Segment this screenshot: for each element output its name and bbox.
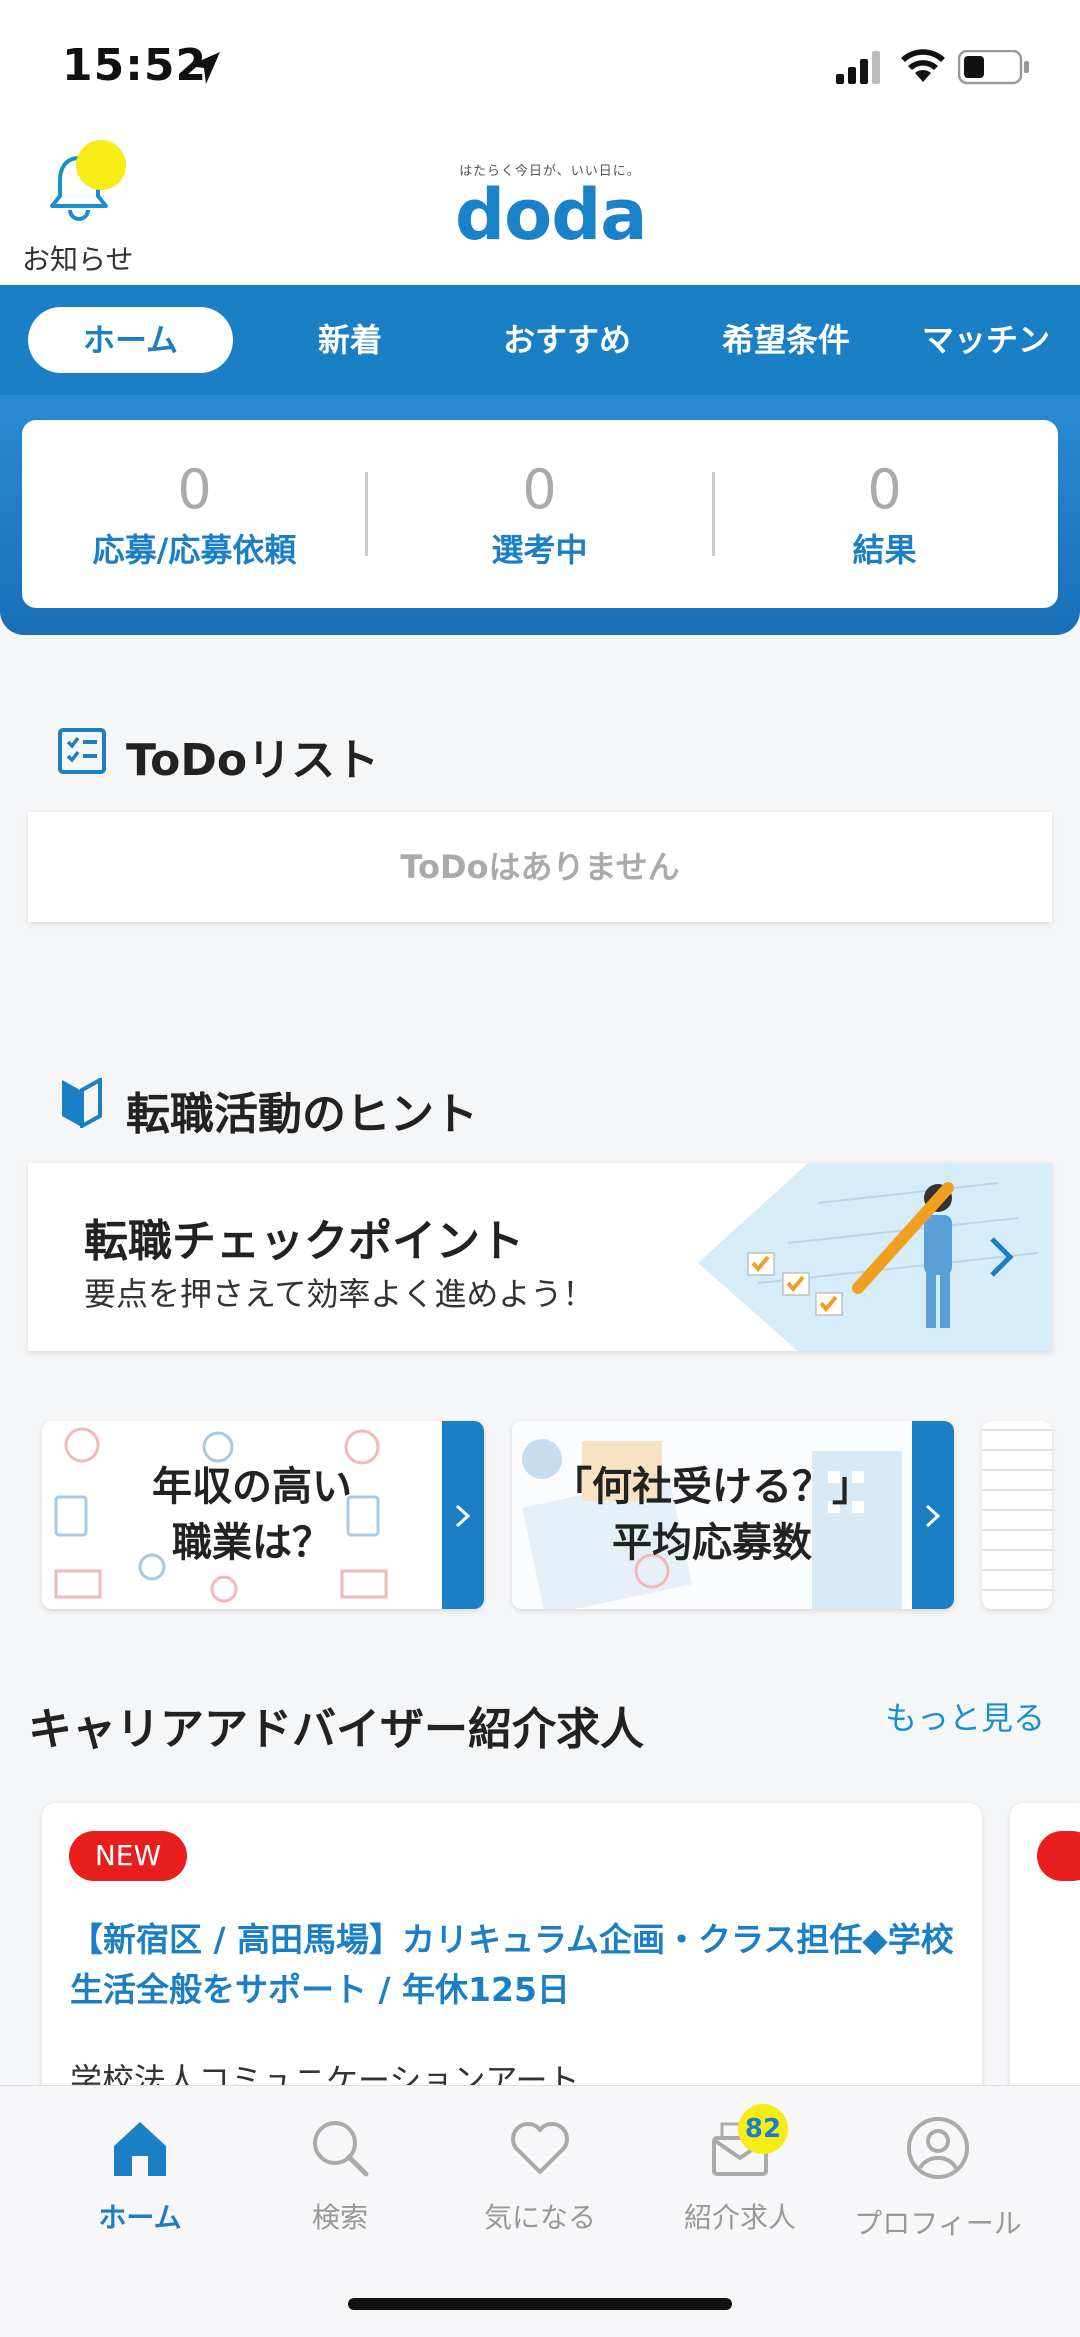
nav-referrals-label: 紹介求人: [683, 2201, 796, 2234]
new-badge: NEW: [69, 1831, 187, 1881]
doda-logo: はたらく今日が、いい日に。 doda: [455, 160, 648, 260]
stat-result-count: 0: [867, 458, 902, 521]
stat-result-label: 結果: [852, 531, 917, 569]
new-badge: [1037, 1831, 1080, 1881]
tab-recommended[interactable]: おすすめ: [467, 307, 667, 373]
hint-checkpoint-card[interactable]: 転職チェックポイント 要点を押さえて効率よく進めよう！: [28, 1163, 1052, 1351]
chevron-right-icon: [990, 1237, 1014, 1277]
tab-preferences[interactable]: 希望条件: [686, 307, 886, 373]
home-indicator: [348, 2298, 732, 2310]
nav-profile-label: プロフィール: [854, 2207, 1022, 2240]
chevron-right-icon: [925, 1504, 941, 1528]
stat-result[interactable]: 0 結果: [712, 420, 1057, 608]
banner-average-applications-line1: 「何社受ける？」: [552, 1464, 872, 1510]
nav-referrals[interactable]: 82 紹介求人: [640, 2104, 840, 2246]
chevron-right-icon: [455, 1504, 471, 1528]
hint-card-subtitle: 要点を押さえて効率よく進めよう！: [84, 1275, 595, 1313]
wifi-icon: [901, 49, 945, 82]
nav-favorites[interactable]: 気になる: [440, 2116, 640, 2246]
tab-new[interactable]: 新着: [250, 307, 450, 373]
beginner-mark-icon: [62, 1078, 102, 1128]
banner-high-income-line2: 職業は？: [172, 1520, 332, 1566]
application-status-card: 0 応募/応募依頼 0 選考中 0 結果: [22, 420, 1058, 608]
job-title: 【新宿区 / 高田馬場】カリキュラム企画・クラス担任◆学校生活全般をサポート /…: [70, 1920, 954, 2009]
checklist-icon: [58, 728, 106, 774]
todo-empty-box: ToDoはありません: [28, 812, 1052, 922]
referral-count-badge: 82: [738, 2104, 788, 2154]
nav-profile[interactable]: プロフィール: [838, 2116, 1038, 2246]
nav-home-label: ホーム: [98, 2201, 182, 2234]
job-card[interactable]: NEW 【新宿区 / 高田馬場】カリキュラム企画・クラス担任◆学校生活全般をサポ…: [42, 1803, 982, 2103]
stat-screening-label: 選考中: [491, 531, 588, 569]
app-header: お知らせ はたらく今日が、いい日に。 doda: [0, 130, 1080, 285]
stat-applied[interactable]: 0 応募/応募依頼: [22, 420, 367, 608]
tab-matching[interactable]: マッチン: [908, 307, 1080, 373]
banner-high-income-line1: 年収の高い: [152, 1464, 352, 1510]
job-card-next-peek[interactable]: [1010, 1803, 1080, 2103]
stat-applied-count: 0: [177, 458, 212, 521]
banner-average-applications[interactable]: 「何社受ける？」 平均応募数: [512, 1421, 954, 1609]
banner-arrow-tab: [912, 1421, 954, 1609]
stat-applied-label: 応募/応募依頼: [92, 531, 297, 569]
banner-high-income[interactable]: 年収の高い 職業は？: [42, 1421, 484, 1609]
application-status-band: 0 応募/応募依頼 0 選考中 0 結果: [0, 395, 1080, 635]
nav-home[interactable]: ホーム: [40, 2116, 240, 2246]
battery-icon: [958, 50, 1029, 85]
notification-button[interactable]: お知らせ: [20, 138, 140, 276]
nav-search-label: 検索: [311, 2201, 368, 2234]
tab-bar: ホーム 新着 おすすめ 希望条件 マッチン: [0, 285, 1080, 395]
search-icon: [313, 2121, 369, 2177]
location-arrow-icon: [188, 52, 220, 84]
banner-average-applications-line2: 平均応募数: [612, 1520, 812, 1566]
stat-screening-count: 0: [522, 458, 557, 521]
heart-icon: [511, 2122, 569, 2174]
cellular-signal-icon: [836, 51, 880, 84]
logo-wordmark: doda: [455, 174, 648, 256]
nav-search[interactable]: 検索: [240, 2116, 440, 2246]
hint-card-title: 転職チェックポイント: [84, 1216, 524, 1267]
tab-home[interactable]: ホーム: [28, 307, 233, 373]
nav-favorites-label: 気になる: [483, 2201, 596, 2234]
banner-arrow-tab: [442, 1421, 484, 1609]
hints-title: 転職活動のヒント: [126, 1089, 478, 1140]
profile-icon: [907, 2117, 969, 2179]
todo-title: ToDoリスト: [126, 735, 380, 786]
notification-dot: [76, 140, 126, 190]
home-icon: [114, 2122, 166, 2176]
career-section-title: キャリアアドバイザー紹介求人: [28, 1704, 644, 1755]
status-bar: 15:52: [0, 0, 1080, 130]
see-more-link[interactable]: もっと見る: [885, 1693, 1045, 1739]
banner-next-peek[interactable]: [982, 1421, 1052, 1609]
stat-screening[interactable]: 0 選考中: [367, 420, 712, 608]
notification-label: お知らせ: [22, 243, 134, 276]
